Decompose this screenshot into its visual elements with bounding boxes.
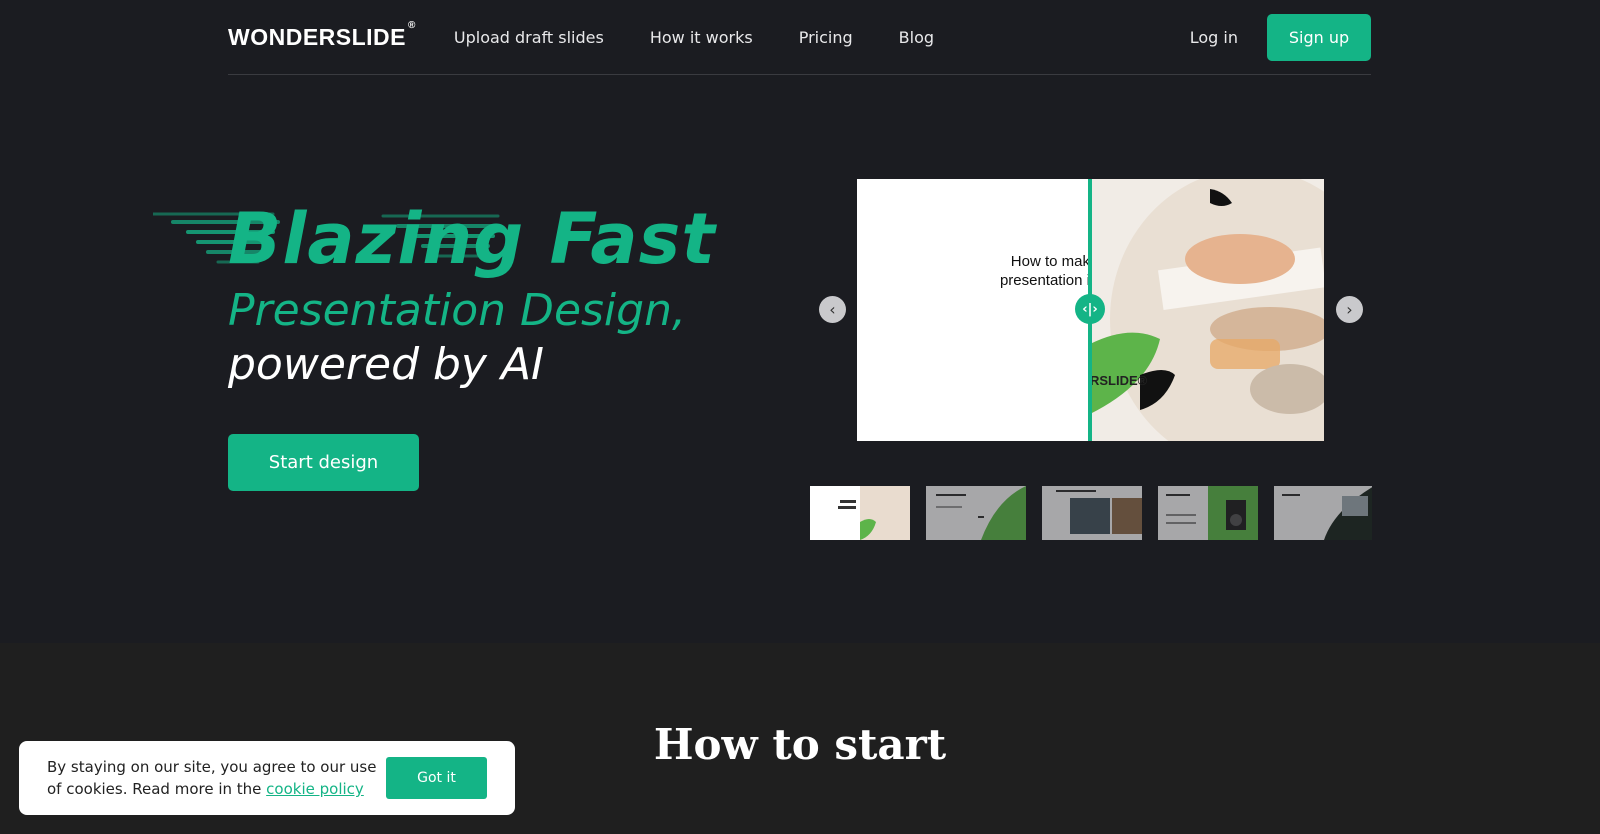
nav-link-blog[interactable]: Blog bbox=[899, 28, 934, 47]
preview-title-line-2: presentation i bbox=[999, 272, 1090, 289]
headline-word-blazing: Blazing bbox=[228, 198, 525, 280]
preview-before-slide: How to mak presentation i bbox=[857, 179, 1090, 441]
preview-slide-brand: RSLIDE® bbox=[1090, 373, 1148, 388]
subheadline-powered-by-ai: powered by AI bbox=[228, 339, 545, 390]
chevron-left-icon: ‹ bbox=[829, 300, 836, 319]
cookie-banner: By staying on our site, you agree to our… bbox=[19, 741, 515, 815]
hero-headline: Blazing Fast Presentation Design, powere… bbox=[153, 198, 716, 392]
slide-thumbnail-1[interactable] bbox=[810, 486, 910, 540]
logo[interactable]: WONDERSLIDE ® bbox=[228, 20, 416, 51]
compare-handle-icon[interactable]: ‹|› bbox=[1075, 294, 1105, 324]
before-after-preview[interactable]: How to mak presentation i RSLIDE® ‹|› bbox=[857, 179, 1324, 441]
nav-actions: Log in Sign up bbox=[1190, 13, 1371, 61]
login-link[interactable]: Log in bbox=[1190, 28, 1238, 47]
start-design-button[interactable]: Start design bbox=[228, 434, 419, 491]
headline-word-fast: Fast bbox=[549, 198, 716, 280]
slide-thumbnail-2[interactable] bbox=[926, 486, 1026, 540]
chevron-right-icon: › bbox=[1346, 300, 1353, 319]
preview-title-line-1: How to mak bbox=[1010, 253, 1090, 270]
nav-link-upload-draft-slides[interactable]: Upload draft slides bbox=[454, 28, 604, 47]
carousel-prev-button[interactable]: ‹ bbox=[819, 296, 846, 323]
slide-thumbnail-3[interactable] bbox=[1042, 486, 1142, 540]
signup-button[interactable]: Sign up bbox=[1267, 13, 1371, 61]
preview-after-slide: RSLIDE® bbox=[1090, 179, 1324, 441]
logo-text: WONDERSLIDE bbox=[228, 23, 406, 50]
carousel-next-button[interactable]: › bbox=[1336, 296, 1363, 323]
preview-slide-title: How to mak presentation i bbox=[996, 252, 1090, 290]
subheadline-presentation-design: Presentation Design, bbox=[228, 285, 686, 336]
slide-thumbnail-4[interactable] bbox=[1158, 486, 1258, 540]
slide-thumbnails bbox=[810, 486, 1372, 540]
nav-links: Upload draft slides How it works Pricing… bbox=[454, 28, 934, 47]
cookie-message: By staying on our site, you agree to our… bbox=[47, 756, 377, 800]
cookie-policy-link[interactable]: cookie policy bbox=[266, 780, 364, 798]
nav-link-pricing[interactable]: Pricing bbox=[799, 28, 853, 47]
cookie-accept-button[interactable]: Got it bbox=[386, 757, 487, 799]
headline-blazing-fast: Blazing Fast bbox=[153, 198, 716, 280]
logo-registered-mark: ® bbox=[408, 19, 416, 31]
slide-thumbnail-5[interactable] bbox=[1274, 486, 1372, 540]
nav-link-how-it-works[interactable]: How it works bbox=[650, 28, 753, 47]
top-nav: WONDERSLIDE ® Upload draft slides How it … bbox=[228, 0, 1371, 75]
preview-photo-image bbox=[1090, 179, 1324, 441]
